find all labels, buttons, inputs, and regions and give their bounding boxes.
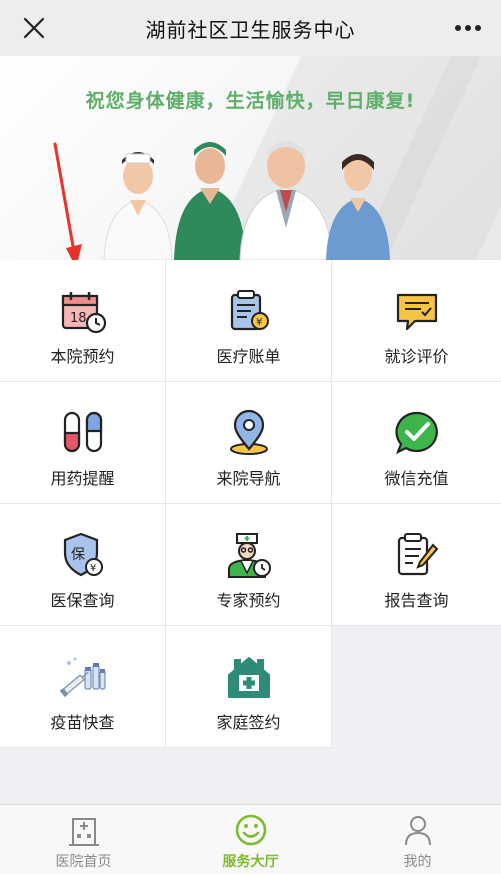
service-label: 用药提醒 [50,469,115,488]
wechat-icon [394,411,438,455]
more-icon[interactable] [453,14,483,42]
title-bar: 湖前社区卫生服务中心 [0,0,501,56]
service-report-query[interactable]: 报告查询 [332,504,501,626]
service-medication-reminder[interactable]: 用药提醒 [0,382,166,504]
svg-text:¥: ¥ [90,563,96,574]
shield-icon: 保 ¥ [63,532,103,577]
service-label: 报告查询 [384,591,449,610]
banner-slogan: 祝您身体健康，生活愉快，早日康复! [85,90,416,112]
service-vaccine-query[interactable]: 疫苗快查 [0,626,166,748]
nav-label: 服务大厅 [222,854,279,870]
service-appointment[interactable]: 18 本院预约 [0,260,166,382]
service-grid: 18 本院预约 ¥ 医疗账单 就诊评价 用药提醒 来院导航 微信充值 保 ¥ 医… [0,260,501,748]
report-icon [397,533,438,576]
service-label: 来院导航 [216,469,281,488]
service-medical-bill[interactable]: ¥ 医疗账单 [166,260,332,382]
service-label: 家庭签约 [216,713,281,732]
bill-icon: ¥ [230,290,269,331]
service-label: 专家预约 [216,591,281,610]
service-expert-appointment[interactable]: 专家预约 [166,504,332,626]
service-evaluation[interactable]: 就诊评价 [332,260,501,382]
red-arrow-annotation [53,142,82,268]
service-label: 本院预约 [50,347,115,366]
service-label: 就诊评价 [384,347,449,366]
service-label: 医疗账单 [216,347,281,366]
nav-label: 我的 [403,854,432,870]
doctor-icon [227,533,271,578]
svg-text:18: 18 [70,311,87,326]
nav-label: 医院首页 [55,854,112,870]
service-label: 医保查询 [50,591,115,610]
close-icon[interactable] [20,14,48,42]
calendar-clock-icon: 18 [61,292,106,334]
page-title: 湖前社区卫生服务中心 [145,17,356,42]
family-home-icon [227,657,270,698]
nav-service-hall[interactable]: 服务大厅 [167,805,334,874]
svg-text:保: 保 [71,547,85,563]
vaccine-icon [59,657,106,698]
service-family-signing[interactable]: 家庭签约 [166,626,332,748]
comment-icon [396,293,437,331]
pill-icon [63,411,102,453]
smile-icon [235,814,266,846]
service-label: 微信充值 [384,469,449,488]
service-wechat-recharge[interactable]: 微信充值 [332,382,501,504]
nav-mine[interactable]: 我的 [334,805,501,874]
location-pin-icon [229,409,268,455]
medical-staff-image [103,141,390,260]
service-label: 疫苗快查 [50,713,115,732]
bottom-navigation: 医院首页 服务大厅 我的 [0,804,501,874]
nav-hospital-home[interactable]: 医院首页 [0,805,167,874]
person-icon [404,816,431,846]
service-navigation[interactable]: 来院导航 [166,382,332,504]
svg-text:¥: ¥ [256,317,262,328]
service-insurance-query[interactable]: 保 ¥ 医保查询 [0,504,166,626]
hospital-icon [68,818,99,846]
